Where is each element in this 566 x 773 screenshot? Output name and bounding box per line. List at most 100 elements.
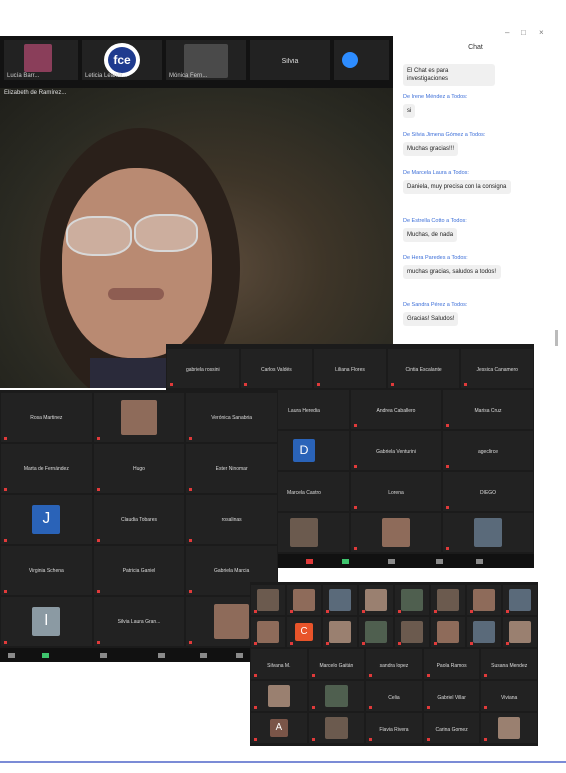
- participant-tile[interactable]: Rosa Martinez: [1, 393, 92, 442]
- reactions-icon[interactable]: [200, 653, 207, 658]
- muted-mic-icon: [446, 424, 449, 427]
- participant-tile[interactable]: C: [287, 617, 321, 647]
- participant-name: Silvia Laura Gran...: [117, 619, 161, 626]
- strip-tile-2[interactable]: fce Leticia Leandr...: [82, 40, 162, 80]
- participant-tile[interactable]: Lorena: [351, 472, 441, 511]
- chat-icon[interactable]: [436, 559, 443, 564]
- participant-tile[interactable]: Hugo: [93, 444, 185, 493]
- participant-tile[interactable]: [359, 617, 393, 647]
- participants-icon[interactable]: [100, 653, 107, 658]
- participant-tile[interactable]: sandra lopez: [366, 649, 422, 679]
- participant-tile[interactable]: Susana Mendez: [481, 649, 537, 679]
- muted-mic-icon: [4, 488, 7, 491]
- participant-tile[interactable]: Ester Ninomar: [186, 444, 277, 493]
- chat-sender[interactable]: De Silvia Jimena Gómez a Todos:: [403, 132, 485, 138]
- participant-tile[interactable]: [251, 585, 285, 615]
- participant-tile[interactable]: Marta de Fernández: [1, 444, 92, 493]
- zoom-main-window: Lucía Barr... fce Leticia Leandr... Móni…: [0, 36, 393, 388]
- muted-mic-icon: [446, 465, 449, 468]
- participant-tile[interactable]: [308, 713, 365, 743]
- mic-icon[interactable]: [8, 653, 15, 658]
- zoom-icon: [342, 52, 358, 68]
- participant-tile[interactable]: [503, 585, 537, 615]
- minimize-icon[interactable]: –: [505, 28, 509, 37]
- maximize-icon[interactable]: □: [521, 28, 526, 37]
- muted-mic-icon: [243, 383, 247, 386]
- participant-tile[interactable]: [395, 585, 429, 615]
- participant-tile[interactable]: Silvana M.: [251, 649, 307, 679]
- participant-tile[interactable]: Celia: [366, 681, 422, 711]
- participant-tile[interactable]: [359, 585, 393, 615]
- chat-message: Muchas, de nada: [403, 228, 458, 242]
- close-icon[interactable]: ×: [539, 28, 544, 37]
- strip-tile-1[interactable]: Lucía Barr...: [4, 40, 78, 80]
- participant-tile[interactable]: Marcelo Gaitán: [308, 649, 365, 679]
- participant-tile[interactable]: Marisa Cruz: [443, 390, 533, 429]
- strip-tile-4[interactable]: Silvia: [250, 40, 330, 80]
- chat-sender[interactable]: De Irene Méndez a Todos:: [403, 94, 467, 100]
- video-thumb: [364, 588, 388, 612]
- mic-icon[interactable]: [306, 559, 313, 564]
- chat-sender[interactable]: De Marcela Laura a Todos:: [403, 170, 469, 176]
- participant-tile[interactable]: Paola Ramos: [423, 649, 480, 679]
- participant-tile[interactable]: Liliana Flores: [314, 349, 386, 388]
- participant-tile[interactable]: [323, 617, 357, 647]
- participant-tile[interactable]: A: [251, 713, 307, 743]
- video-thumb: [328, 588, 352, 612]
- participant-tile[interactable]: [93, 393, 185, 442]
- muted-mic-icon: [254, 610, 257, 613]
- participant-tile[interactable]: [351, 513, 441, 552]
- participant-tile[interactable]: [431, 617, 465, 647]
- muted-mic-icon: [311, 674, 315, 677]
- participant-tile[interactable]: [251, 681, 307, 711]
- more-icon[interactable]: [236, 653, 243, 658]
- participant-name: Marisa Cruz: [474, 407, 502, 414]
- participant-tile[interactable]: Gabriel Villar: [423, 681, 480, 711]
- participant-tile[interactable]: I: [1, 597, 92, 646]
- speaker-mouth: [108, 288, 164, 300]
- participant-tile[interactable]: Patricia Ganiel: [93, 546, 185, 595]
- reactions-icon[interactable]: [476, 559, 483, 564]
- participant-tile[interactable]: Virginia Schena: [1, 546, 92, 595]
- participant-tile[interactable]: [467, 585, 501, 615]
- participant-tile[interactable]: DIEGO: [443, 472, 533, 511]
- participant-name: Patricia Ganiel: [122, 568, 156, 575]
- participant-tile[interactable]: [308, 681, 365, 711]
- participant-tile[interactable]: [503, 617, 537, 647]
- participant-tile[interactable]: [395, 617, 429, 647]
- participant-tile[interactable]: [323, 585, 357, 615]
- participant-tile[interactable]: Carlos Valdés: [240, 349, 313, 388]
- participants-icon[interactable]: [388, 559, 395, 564]
- participant-tile[interactable]: Gabriela Venturini: [351, 431, 441, 470]
- participant-tile[interactable]: Viviana: [481, 681, 537, 711]
- participant-tile[interactable]: Cintia Escalante: [387, 349, 460, 388]
- participant-tile[interactable]: Carina Gomez: [423, 713, 480, 743]
- participant-tile[interactable]: Verónica Sanabria: [186, 393, 277, 442]
- participant-tile[interactable]: rosalinas: [186, 495, 277, 544]
- chat-scrollbar[interactable]: [555, 330, 558, 346]
- participant-tile[interactable]: Jessica Canamero: [461, 349, 533, 388]
- chat-icon[interactable]: [158, 653, 165, 658]
- participant-tile[interactable]: ageclirce: [443, 431, 533, 470]
- participant-tile[interactable]: [467, 617, 501, 647]
- participant-tile[interactable]: [443, 513, 533, 552]
- participant-tile[interactable]: Claudia Tobares: [93, 495, 185, 544]
- participant-tile[interactable]: [481, 713, 537, 743]
- participant-tile[interactable]: [287, 585, 321, 615]
- participant-tile[interactable]: J: [1, 495, 92, 544]
- chat-message: si: [403, 104, 416, 118]
- chat-sender[interactable]: De Estrella Cotto a Todos:: [403, 218, 467, 224]
- muted-mic-icon: [369, 738, 373, 741]
- participant-tile[interactable]: Andrea Caballero: [351, 390, 441, 429]
- participant-tile[interactable]: [431, 585, 465, 615]
- participant-tile[interactable]: Silvia Laura Gran...: [93, 597, 185, 646]
- chat-sender[interactable]: De Sandra Pérez a Todos:: [403, 302, 467, 308]
- share-icon[interactable]: [42, 653, 49, 658]
- chat-sender[interactable]: De Hera Paredes a Todos:: [403, 255, 468, 261]
- strip-tile-5[interactable]: [334, 40, 389, 80]
- participant-tile[interactable]: gabriela rossini: [167, 349, 239, 388]
- participant-tile[interactable]: [251, 617, 285, 647]
- share-icon[interactable]: [342, 559, 349, 564]
- participant-tile[interactable]: Flavia Rivera: [366, 713, 422, 743]
- strip-tile-3[interactable]: Mónica Fern...: [166, 40, 246, 80]
